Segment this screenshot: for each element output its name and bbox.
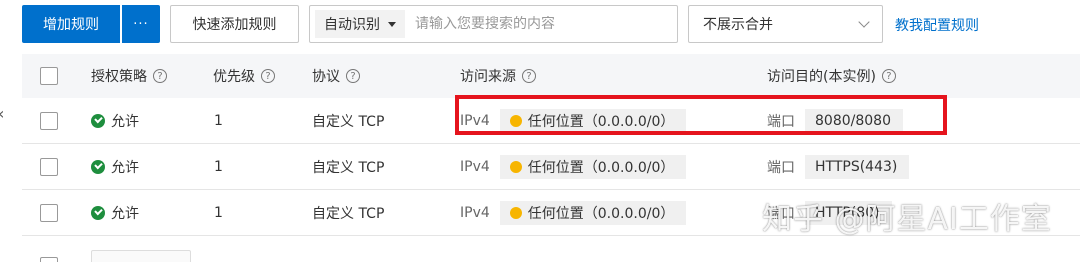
policy-value: 允许 (111, 159, 139, 176)
header-policy: 授权策略 (91, 69, 147, 85)
row-checkbox[interactable] (40, 157, 58, 176)
policy-value: 允许 (111, 205, 139, 222)
help-icon[interactable]: ? (261, 69, 275, 83)
protocol-value: 自定义 TCP (312, 205, 385, 222)
header-protocol: 协议 (312, 69, 340, 85)
priority-value: 1 (214, 204, 223, 221)
port-label: 端口 (767, 113, 795, 130)
port-label: 端口 (767, 205, 795, 222)
warning-dot-icon (509, 160, 522, 173)
port-tag: 8080/8080 (805, 108, 903, 133)
warning-dot-icon (509, 114, 522, 127)
table-row: 允许 1 自定义 TCP IPv4 任何位置（0.0.0.0/0） 端口 HTT… (22, 190, 1080, 236)
ip-version: IPv4 (460, 204, 490, 221)
source-value: 任何位置（0.0.0.0/0） (527, 113, 675, 130)
quick-add-rule-button[interactable]: 快速添加规则 (170, 5, 299, 43)
row-checkbox[interactable] (40, 257, 58, 262)
search-input[interactable] (415, 16, 655, 32)
help-config-link[interactable]: 教我配置规则 (895, 15, 979, 35)
merge-display-label: 不展示合并 (703, 17, 773, 33)
search-group: 自动识别 (309, 5, 678, 43)
source-value: 任何位置（0.0.0.0/0） (527, 205, 675, 222)
priority-value: 1 (214, 158, 223, 175)
help-icon[interactable]: ? (522, 69, 536, 83)
port-tag: HTTPS(443) (805, 154, 910, 179)
row-checkbox[interactable] (40, 203, 58, 222)
add-rule-button[interactable]: 增加规则 (22, 5, 120, 43)
port-label: 端口 (767, 159, 795, 176)
policy-value: 允许 (111, 113, 139, 130)
header-priority: 优先级 (213, 69, 255, 85)
source-tag: 任何位置（0.0.0.0/0） (499, 200, 687, 225)
header-destination: 访问目的(本实例) (767, 69, 876, 85)
priority-value: 1 (214, 112, 223, 129)
check-circle-icon (91, 113, 105, 128)
collapse-arrow-icon[interactable]: ‹ (0, 104, 4, 123)
search-type-label: 自动识别 (324, 17, 380, 33)
pagination-box[interactable] (91, 250, 191, 262)
protocol-value: 自定义 TCP (312, 113, 385, 130)
protocol-value: 自定义 TCP (312, 159, 385, 176)
select-all-checkbox[interactable] (40, 67, 58, 85)
help-icon[interactable]: ? (881, 69, 896, 83)
table-row: 允许 1 自定义 TCP IPv4 任何位置（0.0.0.0/0） 端口 808… (22, 98, 1080, 144)
source-tag: 任何位置（0.0.0.0/0） (499, 154, 687, 179)
rules-table: 授权策略 ? 优先级 ? 协议 ? 访问来源 ? 访问目的(本实例) ? 允许 … (22, 54, 1080, 236)
row-checkbox[interactable] (40, 111, 58, 130)
check-circle-icon (91, 205, 105, 220)
merge-display-select[interactable]: 不展示合并 (688, 5, 883, 43)
port-tag: HTTP(80) (805, 200, 892, 225)
check-circle-icon (91, 159, 105, 174)
search-type-select[interactable]: 自动识别 (315, 10, 405, 38)
caret-down-icon (388, 21, 396, 27)
chevron-down-icon (858, 16, 870, 28)
header-source: 访问来源 (460, 69, 516, 85)
ip-version: IPv4 (460, 112, 490, 129)
table-row: 允许 1 自定义 TCP IPv4 任何位置（0.0.0.0/0） 端口 HTT… (22, 144, 1080, 190)
ip-version: IPv4 (460, 158, 490, 175)
more-actions-button[interactable]: ··· (122, 5, 160, 43)
help-icon[interactable]: ? (346, 69, 360, 83)
table-header: 授权策略 ? 优先级 ? 协议 ? 访问来源 ? 访问目的(本实例) ? (22, 54, 1080, 98)
source-value: 任何位置（0.0.0.0/0） (527, 159, 675, 176)
source-tag: 任何位置（0.0.0.0/0） (499, 108, 687, 133)
toolbar: 增加规则 ··· 快速添加规则 自动识别 不展示合并 教我配置规则 (0, 0, 1080, 50)
warning-dot-icon (509, 206, 522, 219)
help-icon[interactable]: ? (153, 69, 167, 83)
